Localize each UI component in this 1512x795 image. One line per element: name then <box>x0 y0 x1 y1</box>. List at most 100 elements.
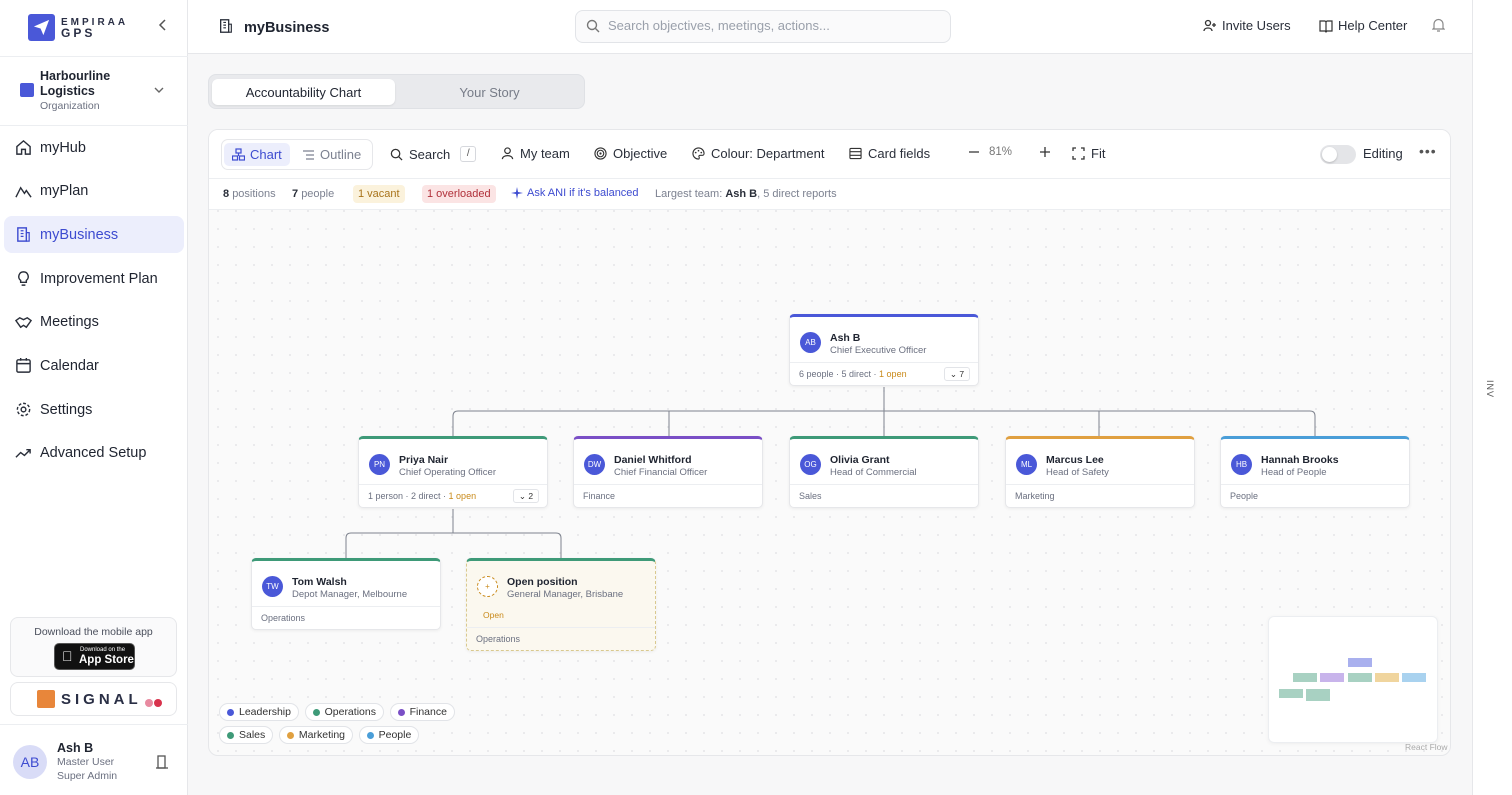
search-input[interactable] <box>608 18 938 33</box>
collapse-sidebar-button[interactable] <box>158 18 172 34</box>
minimap-node <box>1306 689 1330 701</box>
help-center-button[interactable]: Help Center <box>1319 18 1407 33</box>
sidebar-item-meetings[interactable]: Meetings <box>4 304 184 341</box>
minimap-node <box>1348 673 1372 682</box>
signal-logo-icon <box>37 690 55 708</box>
card-name: Hannah Brooks <box>1261 454 1339 466</box>
building-icon <box>218 18 234 38</box>
card-footer: Operations <box>252 606 440 629</box>
legend-leadership[interactable]: Leadership <box>219 703 299 721</box>
org-card-coo[interactable]: PN Priya Nair Chief Operating Officer 1 … <box>358 436 548 508</box>
card-role: Head of Safety <box>1046 467 1109 478</box>
card-name: Olivia Grant <box>830 454 890 466</box>
sidebar-item-settings[interactable]: Settings <box>4 391 184 428</box>
mountain-icon <box>14 182 32 200</box>
view-tabs: Accountability Chart Your Story <box>208 74 585 109</box>
minimap[interactable] <box>1268 616 1438 743</box>
sidebar: EMPIRAA GPS Harbourline Logistics Organi… <box>0 0 188 795</box>
switch-org-icon[interactable] <box>155 755 169 772</box>
expand-reports-button[interactable]: ⌄ 7 <box>944 367 970 381</box>
org-logo-icon <box>20 83 34 97</box>
react-flow-attribution[interactable]: React Flow <box>1405 742 1448 752</box>
global-search[interactable] <box>575 10 951 43</box>
legend-finance[interactable]: Finance <box>389 703 455 721</box>
side-tab-inv[interactable]: INV <box>1485 380 1495 398</box>
org-card-ceo[interactable]: AB Ash B Chief Executive Officer 6 peopl… <box>789 314 979 386</box>
chevron-down-icon <box>154 83 164 97</box>
sidebar-item-label: Improvement Plan <box>40 270 158 287</box>
org-card-open-position[interactable]: + Open position General Manager, Brisban… <box>466 558 656 651</box>
minimap-node <box>1402 673 1426 682</box>
org-card-people[interactable]: HB Hannah Brooks Head of People People <box>1220 436 1410 508</box>
minimap-node <box>1279 689 1303 698</box>
appstore-small-text: Download on the <box>80 647 126 653</box>
add-user-icon <box>1203 19 1216 31</box>
chart-panel: Chart Outline Search / My team Objective… <box>208 129 1451 756</box>
sidebar-item-advanced-setup[interactable]: Advanced Setup <box>4 435 184 472</box>
legend-people[interactable]: People <box>358 726 420 744</box>
notifications-button[interactable] <box>1432 18 1450 32</box>
handshake-icon <box>14 313 32 331</box>
signal-text: SIGNAL <box>61 691 142 708</box>
sidebar-item-improvement-plan[interactable]: Improvement Plan <box>4 260 184 297</box>
legend-operations[interactable]: Operations <box>304 703 384 721</box>
plus-icon: + <box>477 576 498 597</box>
card-footer: 1 person · 2 direct · 1 open ⌄ 2 <box>359 484 547 507</box>
building-icon <box>14 226 32 244</box>
card-role: Depot Manager, Melbourne <box>292 589 408 600</box>
card-name: Priya Nair <box>399 454 449 466</box>
org-card-commercial[interactable]: OG Olivia Grant Head of Commercial Sales <box>789 436 979 508</box>
avatar: DW <box>584 454 605 475</box>
brand-logo[interactable]: EMPIRAA GPS <box>28 14 128 41</box>
card-name: Open position <box>507 576 578 588</box>
user-role: Master User <box>57 756 115 768</box>
org-switcher[interactable]: Harbourline Logistics Organization <box>0 56 188 126</box>
card-role: Head of People <box>1261 467 1327 478</box>
avatar: HB <box>1231 454 1252 475</box>
page-title-text: myBusiness <box>244 20 330 36</box>
appstore-big-text: App Store <box>79 654 134 666</box>
signal-link[interactable]: SIGNAL <box>10 682 177 716</box>
org-card-safety[interactable]: ML Marcus Lee Head of Safety Marketing <box>1005 436 1195 508</box>
card-role: Chief Operating Officer <box>399 467 496 478</box>
org-card-depot-manager[interactable]: TW Tom Walsh Depot Manager, Melbourne Op… <box>251 558 441 630</box>
avatar: OG <box>800 454 821 475</box>
card-role: Chief Financial Officer <box>614 467 708 478</box>
lightbulb-icon <box>14 270 32 288</box>
sidebar-item-myhub[interactable]: myHub <box>4 129 184 166</box>
legend-sales[interactable]: Sales <box>219 726 274 744</box>
invite-users-label: Invite Users <box>1222 18 1291 33</box>
avatar: AB <box>13 745 47 779</box>
minimap-node <box>1348 658 1372 667</box>
tab-accountability-chart[interactable]: Accountability Chart <box>212 79 395 105</box>
minimap-node <box>1293 673 1317 682</box>
org-card-cfo[interactable]: DW Daniel Whitford Chief Financial Offic… <box>573 436 763 508</box>
sidebar-item-label: myBusiness <box>40 226 119 243</box>
card-footer: Finance <box>574 484 762 507</box>
sidebar-item-label: myPlan <box>40 183 89 200</box>
user-profile[interactable]: AB Ash B Master User Super Admin <box>0 724 188 795</box>
sidebar-item-mybusiness[interactable]: myBusiness <box>4 216 184 254</box>
chevron-left-icon <box>158 19 166 31</box>
sidebar-nav: myHub myPlan myBusiness Improvement Plan… <box>4 129 184 479</box>
card-footer: Sales <box>790 484 978 507</box>
card-role: Head of Commercial <box>830 467 917 478</box>
sidebar-item-myplan[interactable]: myPlan <box>4 173 184 210</box>
sidebar-item-label: Settings <box>40 401 93 418</box>
card-footer: People <box>1221 484 1409 507</box>
tab-your-story[interactable]: Your Story <box>398 79 581 105</box>
trend-icon <box>14 444 32 462</box>
user-name: Ash B <box>57 741 94 755</box>
avatar: TW <box>262 576 283 597</box>
sidebar-item-calendar[interactable]: Calendar <box>4 347 184 384</box>
card-role: General Manager, Brisbane <box>507 589 624 600</box>
apple-icon:  <box>62 648 73 664</box>
expand-reports-button[interactable]: ⌄ 2 <box>513 489 539 503</box>
invite-users-button[interactable]: Invite Users <box>1203 18 1291 33</box>
calendar-icon <box>14 357 32 375</box>
app-store-button[interactable]:  Download on the App Store <box>54 643 135 670</box>
sidebar-item-label: Meetings <box>40 314 99 331</box>
card-name: Marcus Lee <box>1046 454 1104 466</box>
department-legend: Leadership Operations Finance Sales Mark… <box>219 703 469 749</box>
legend-marketing[interactable]: Marketing <box>278 726 353 744</box>
